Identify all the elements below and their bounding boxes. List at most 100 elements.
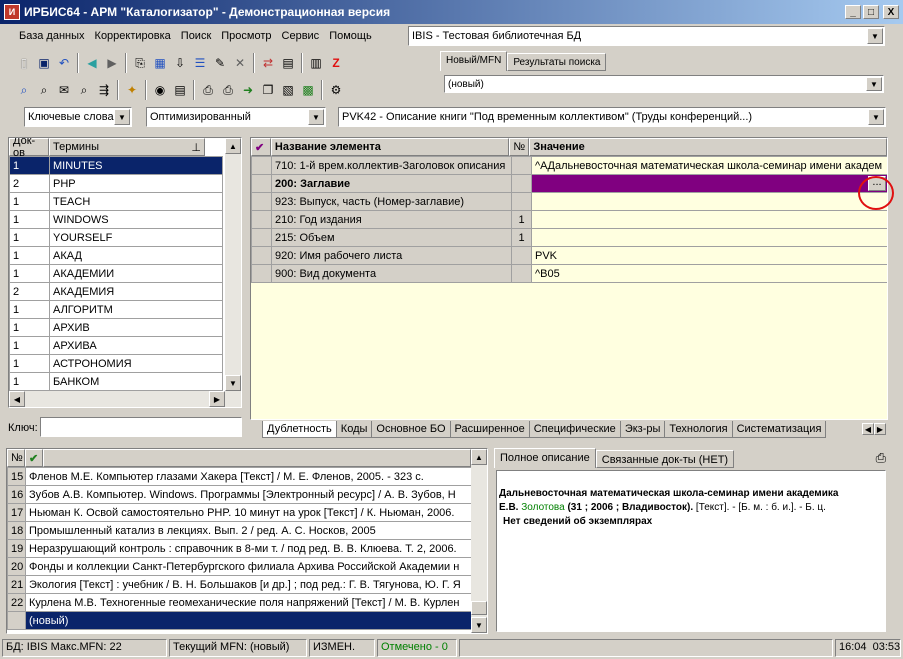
chevron-down-icon[interactable]: ▼ [868, 109, 884, 125]
menu-view[interactable]: Просмотр [216, 25, 276, 47]
new-record-icon[interactable]: ▯ [15, 54, 33, 72]
menu-help[interactable]: Помощь [324, 25, 377, 47]
undo-icon[interactable]: ↶ [55, 54, 73, 72]
delete-icon[interactable]: ✕ [231, 54, 249, 72]
mfn-select[interactable]: (новый) ▼ [444, 75, 884, 93]
checkmark-icon[interactable]: ✔ [251, 138, 271, 156]
edit-icon[interactable]: ✎ [211, 54, 229, 72]
dictionary-row[interactable]: 1 АКАД [9, 246, 223, 265]
search-icon[interactable]: ⌕ [15, 81, 33, 99]
tab-systematization[interactable]: Систематизация [731, 421, 827, 438]
editor-row[interactable]: 210: Год издания 1 [251, 210, 887, 229]
checkmark-icon[interactable]: ✔ [25, 449, 43, 467]
menu-edit[interactable]: Корректировка [90, 25, 176, 47]
documents-icon[interactable]: ▤ [171, 81, 189, 99]
scroll-up-icon[interactable]: ▲ [225, 138, 241, 154]
document-row[interactable]: 19 Неразрушающий контроль : справочник в … [7, 539, 472, 558]
editor-row[interactable]: 710: 1-й врем.коллектив-Заголовок описан… [251, 156, 887, 175]
scroll-down-icon[interactable]: ▼ [471, 617, 487, 633]
doclist-scrollbar[interactable]: ▲ ▼ [471, 449, 487, 633]
import-icon[interactable]: ⇩ [171, 54, 189, 72]
transfer-icon[interactable]: ⇄ [259, 54, 277, 72]
grid-icon[interactable]: ▦ [151, 54, 169, 72]
settings-icon[interactable]: ⚙ [327, 81, 345, 99]
sequential-search-icon[interactable]: ✉ [55, 81, 73, 99]
menu-search[interactable]: Поиск [176, 25, 216, 47]
menu-database[interactable]: База данных [14, 25, 90, 47]
print-preview-icon[interactable]: ⎙ [219, 81, 237, 99]
close-button[interactable]: X [883, 5, 899, 19]
dictionary-row[interactable]: 1 АРХИВА [9, 336, 223, 355]
new-document-row[interactable]: (новый) [7, 611, 472, 630]
tab-duplicates[interactable]: Дублетность [262, 421, 337, 438]
editor-row[interactable]: 923: Выпуск, часть (Номер-заглавие) [251, 192, 887, 211]
advanced-search-icon[interactable]: ⌕ [35, 81, 53, 99]
editor-row[interactable]: 215: Объем 1 [251, 228, 887, 247]
tab-main-bo[interactable]: Основное БО [371, 421, 451, 438]
print-icon[interactable]: ⎙ [199, 81, 217, 99]
document-row[interactable]: 21 Экология [Текст] : учебник / В. Н. Бол… [7, 575, 472, 594]
dictionary-row[interactable]: 2 PHP [9, 174, 223, 193]
chevron-down-icon[interactable]: ▼ [866, 77, 882, 91]
print-preview-icon[interactable]: ⎙ [876, 450, 886, 466]
dictionary-row[interactable]: 1 БАНКОМ [9, 372, 223, 391]
report-icon[interactable]: ▧ [279, 81, 297, 99]
col-no[interactable]: № [7, 449, 25, 467]
element-value[interactable] [531, 210, 887, 229]
dictionary-row[interactable]: 1 АКАДЕМИИ [9, 264, 223, 283]
col-docs[interactable]: Док-ов [9, 138, 49, 159]
tab-full-description[interactable]: Полное описание [494, 448, 596, 468]
arrow-left-icon[interactable]: ◀ [83, 54, 101, 72]
pin-icon[interactable]: ⊥ [191, 141, 201, 154]
print-record-icon[interactable]: ▤ [279, 54, 297, 72]
dictionary-row[interactable]: 1 АЛГОРИТМ [9, 300, 223, 319]
element-value[interactable] [531, 228, 887, 247]
view-icon[interactable]: ◉ [151, 81, 169, 99]
dictionary-scrollbar[interactable]: ▲ ▼ [225, 138, 241, 391]
scroll-left-icon[interactable]: ◀ [9, 391, 25, 407]
dictionary-row[interactable]: 1 MINUTES [9, 156, 223, 175]
arrow-right-icon[interactable]: ▶ [103, 54, 121, 72]
chevron-down-icon[interactable]: ▼ [308, 109, 324, 125]
list-icon[interactable]: ☰ [191, 54, 209, 72]
worksheet-select[interactable]: PVK42 - Описание книги "Под временным ко… [338, 107, 886, 127]
scroll-down-icon[interactable]: ▼ [225, 375, 241, 391]
excel-icon[interactable]: ▩ [299, 81, 317, 99]
export-icon[interactable]: ➜ [239, 81, 257, 99]
element-value[interactable]: ^B05 [531, 264, 887, 283]
document-row[interactable]: 20 Фонды и коллекции Санкт-Петербургского… [7, 557, 472, 576]
scroll-right-icon[interactable]: ▶ [209, 391, 225, 407]
element-value[interactable] [531, 192, 887, 211]
element-value[interactable]: ... [531, 174, 887, 193]
editor-row[interactable]: 200: Заглавие... [251, 174, 887, 193]
tab-copies[interactable]: Экз-ры [619, 421, 666, 438]
element-value[interactable]: PVK [531, 246, 887, 265]
maximize-button[interactable]: □ [863, 5, 879, 19]
editor-row[interactable]: 920: Имя рабочего листа PVK [251, 246, 887, 265]
copy-icon[interactable]: ❐ [259, 81, 277, 99]
scroll-left-icon[interactable]: ◀ [862, 423, 874, 435]
dictionary-row[interactable]: 1 YOURSELF [9, 228, 223, 247]
col-num[interactable]: № [509, 138, 530, 156]
tab-extended[interactable]: Расширенное [449, 421, 530, 438]
dictionary-row[interactable]: 2 АКАДЕМИЯ [9, 282, 223, 301]
search-type-select[interactable]: Оптимизированный ▼ [146, 107, 326, 127]
tab-codes[interactable]: Коды [335, 421, 373, 438]
dictionary-hscrollbar[interactable]: ◀ ▶ [9, 391, 241, 407]
bookmark-icon[interactable]: ✦ [123, 81, 141, 99]
col-element-name[interactable]: Название элемента [270, 138, 510, 156]
scroll-right-icon[interactable]: ▶ [874, 423, 886, 435]
search-mode-select[interactable]: Ключевые слова ▼ [24, 107, 132, 127]
minimize-button[interactable]: _ [845, 5, 861, 19]
chevron-down-icon[interactable]: ▼ [867, 28, 883, 44]
dictionary-row[interactable]: 1 WINDOWS [9, 210, 223, 229]
document-row[interactable]: 18 Промышленный катализ в лекциях. Вып. 2… [7, 521, 472, 540]
dictionary-row[interactable]: 1 АРХИВ [9, 318, 223, 337]
dictionary-row[interactable]: 1 АСТРОНОМИЯ [9, 354, 223, 373]
scroll-up-icon[interactable]: ▲ [471, 449, 487, 465]
col-value[interactable]: Значение [529, 138, 887, 156]
tab-new-mfn[interactable]: Новый/MFN [440, 51, 508, 71]
key-input[interactable] [40, 417, 242, 437]
tab-search-results[interactable]: Результаты поиска [507, 53, 607, 71]
copy-record-icon[interactable]: ⎘ [131, 54, 149, 72]
